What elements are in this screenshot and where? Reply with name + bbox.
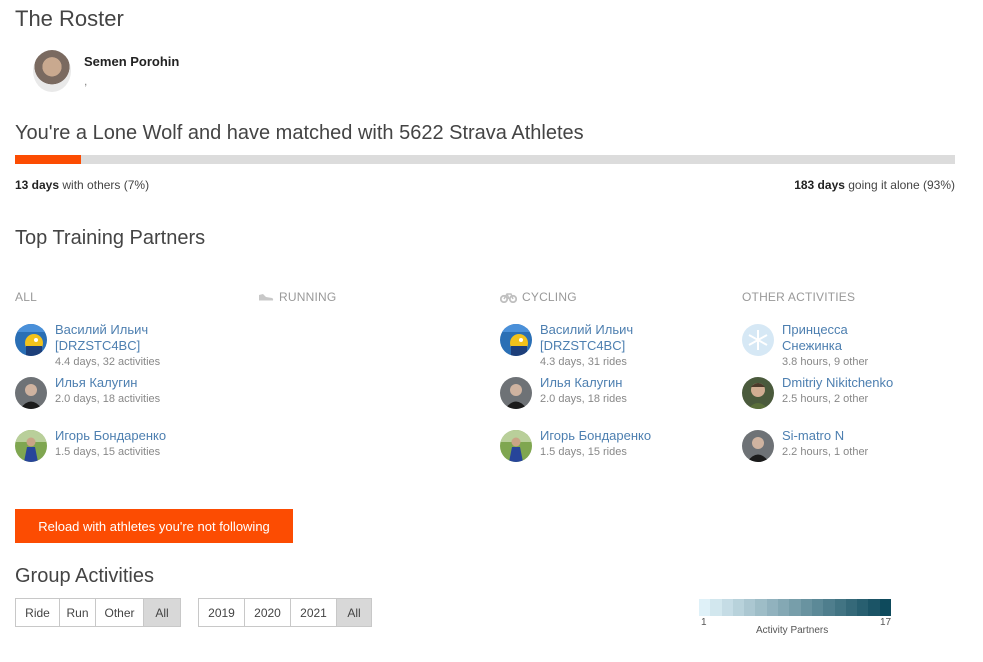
match-headline: You're a Lone Wolf and have matched with… [15, 122, 584, 144]
partner-name-link[interactable]: Si-matro N [782, 428, 902, 444]
column-other-header: OTHER ACTIVITIES [742, 289, 977, 305]
partner-name-link[interactable]: Игорь Бондаренко [55, 428, 175, 444]
avatar-dark-photo-icon[interactable] [742, 430, 774, 462]
legend-swatch [879, 599, 892, 616]
legend-swatch [766, 599, 779, 616]
partner-name-link[interactable]: Василий Ильич [DRZSTC4BC] [55, 322, 175, 354]
partner-row: Si-matro N 2.2 hours, 1 other [742, 428, 977, 468]
legend-swatch [868, 599, 880, 616]
athlete-avatar[interactable] [33, 50, 71, 92]
partner-row: Игорь Бондаренко 1.5 days, 15 activities [15, 428, 250, 468]
legend-swatch [732, 599, 745, 616]
partner-name-link[interactable]: Игорь Бондаренко [540, 428, 660, 444]
legend-swatch [755, 599, 767, 616]
partner-meta: 2.0 days, 18 activities [55, 393, 161, 405]
partner-row: Dmitriy Nikitchenko 2.5 hours, 2 other [742, 375, 977, 415]
legend-label: Activity Partners [756, 625, 829, 636]
avatar-outdoor-photo-icon[interactable] [15, 430, 47, 462]
partner-row: Илья Калугин 2.0 days, 18 rides [500, 375, 735, 415]
legend-swatch [834, 599, 846, 616]
avatar-yellow-cartoon-icon[interactable] [15, 324, 47, 356]
shoe-icon [259, 294, 274, 301]
column-cycling-header: CYCLING [500, 289, 735, 305]
column-other-label: OTHER ACTIVITIES [742, 290, 856, 304]
partner-meta: 2.0 days, 18 rides [540, 393, 627, 405]
progress-fill [15, 155, 81, 164]
partner-name-link[interactable]: Василий Ильич [DRZSTC4BC] [540, 322, 660, 354]
legend-min: 1 [701, 617, 707, 628]
partner-meta: 1.5 days, 15 rides [540, 446, 627, 458]
legend-swatch [800, 599, 812, 616]
legend-swatch [778, 599, 790, 616]
color-scale-legend [699, 599, 892, 616]
activity-type-filter: Ride Run Other All [15, 598, 181, 627]
legend-swatch [857, 599, 869, 616]
with-others-text: with others (7%) [59, 178, 150, 192]
legend-swatch [811, 599, 824, 616]
legend-swatch [789, 599, 801, 616]
avatar-snowflake-icon[interactable] [742, 324, 774, 356]
column-running: RUNNING [258, 289, 493, 305]
activity-filter-run[interactable]: Run [60, 599, 96, 626]
page-title: The Roster [15, 6, 124, 31]
alone-text: going it alone (93%) [844, 178, 955, 192]
partner-row: Принцесса Снежинка 3.8 hours, 9 other [742, 322, 977, 368]
lone-wolf-progress-bar [15, 155, 955, 164]
partner-row: Василий Ильич [DRZSTC4BC] 4.3 days, 31 ri… [500, 322, 735, 368]
column-running-header: RUNNING [258, 289, 493, 305]
year-filter-2020[interactable]: 2020 [245, 599, 291, 626]
legend-swatch [845, 599, 858, 616]
year-filter-2021[interactable]: 2021 [291, 599, 337, 626]
column-all-header: ALL [15, 289, 250, 305]
partner-name-link[interactable]: Dmitriy Nikitchenko [782, 375, 902, 391]
avatar-dark-photo-icon[interactable] [15, 377, 47, 409]
column-running-label: RUNNING [279, 290, 337, 304]
partner-meta: 4.4 days, 32 activities [55, 356, 161, 368]
partner-row: Василий Ильич [DRZSTC4BC] 4.4 days, 32 ac… [15, 322, 250, 368]
year-filter: 2019 2020 2021 All [198, 598, 372, 627]
activity-filter-ride[interactable]: Ride [16, 599, 60, 626]
partner-name-link[interactable]: Илья Калугин [55, 375, 175, 391]
athlete-name[interactable]: Semen Porohin [84, 54, 179, 69]
partner-meta: 4.3 days, 31 rides [540, 356, 627, 368]
activity-filter-all[interactable]: All [144, 599, 180, 626]
column-cycling: CYCLING Василий Ильич [DRZSTC4BC] 4.3 day… [500, 289, 735, 462]
partner-meta: 2.5 hours, 2 other [782, 393, 869, 405]
legend-swatch [744, 599, 756, 616]
alone-days: 183 days [794, 178, 845, 192]
legend-swatch [699, 599, 711, 616]
column-other: OTHER ACTIVITIES Принцесса Снежинка 3.8 h… [742, 289, 977, 462]
group-section-title: Group Activities [15, 565, 154, 587]
legend-swatch [710, 599, 722, 616]
bike-icon [500, 292, 517, 303]
partner-row: Илья Калугин 2.0 days, 18 activities [15, 375, 250, 415]
year-filter-all[interactable]: All [337, 599, 371, 626]
partner-meta: 2.2 hours, 1 other [782, 446, 869, 458]
partner-name-link[interactable]: Принцесса Снежинка [782, 322, 902, 354]
avatar-yellow-cartoon-icon[interactable] [500, 324, 532, 356]
avatar-portrait-photo-icon[interactable] [742, 377, 774, 409]
with-others-stat: 13 days with others (7%) [15, 178, 149, 192]
athlete-location: , [84, 74, 88, 88]
partner-row: Игорь Бондаренко 1.5 days, 15 rides [500, 428, 735, 468]
column-all: ALL Василий Ильич [DRZSTC4BC] 4.4 days, 3… [15, 289, 250, 462]
legend-swatch [721, 599, 733, 616]
avatar-dark-photo-icon[interactable] [500, 377, 532, 409]
partners-section-title: Top Training Partners [15, 227, 206, 249]
partner-name-link[interactable]: Илья Калугин [540, 375, 660, 391]
reload-button[interactable]: Reload with athletes you're not followin… [15, 509, 293, 543]
partner-meta: 1.5 days, 15 activities [55, 446, 161, 458]
year-filter-2019[interactable]: 2019 [199, 599, 245, 626]
activity-filter-other[interactable]: Other [96, 599, 144, 626]
column-all-label: ALL [15, 290, 37, 304]
legend-swatch [823, 599, 835, 616]
partner-meta: 3.8 hours, 9 other [782, 356, 869, 368]
avatar-outdoor-photo-icon[interactable] [500, 430, 532, 462]
alone-stat: 183 days going it alone (93%) [794, 178, 955, 192]
legend-max: 17 [880, 617, 892, 628]
column-cycling-label: CYCLING [522, 290, 577, 304]
with-others-days: 13 days [15, 178, 60, 192]
